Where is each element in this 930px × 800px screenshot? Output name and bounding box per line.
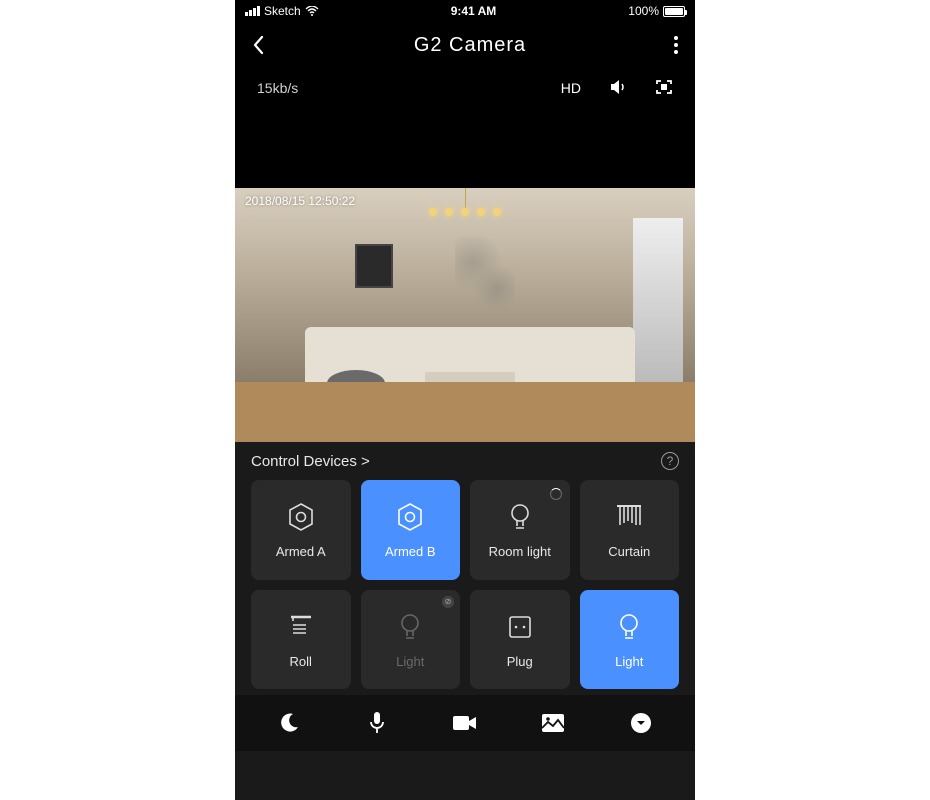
shield-hex-icon — [395, 500, 425, 534]
tile-label: Armed A — [276, 544, 326, 559]
more-menu-button[interactable] — [673, 34, 679, 56]
status-bar: Sketch 9:41 AM 100% — [235, 0, 695, 22]
carrier-label: Sketch — [264, 4, 301, 18]
more-button[interactable] — [619, 701, 663, 745]
tile-label: Roll — [290, 654, 312, 669]
status-left: Sketch — [245, 4, 319, 18]
clock-label: 9:41 AM — [451, 4, 497, 18]
tile-label: Light — [615, 654, 643, 669]
tile-label: Light — [396, 654, 424, 669]
device-tile-grid: Armed A Armed B Room light Curtain — [251, 480, 679, 689]
back-button[interactable] — [251, 34, 267, 56]
fullscreen-button[interactable] — [655, 79, 673, 98]
signal-icon — [245, 6, 260, 16]
tile-label: Armed B — [385, 544, 436, 559]
battery-icon — [663, 6, 685, 17]
video-camera-icon — [451, 713, 479, 733]
bulb-icon — [616, 610, 642, 644]
help-button[interactable]: ? — [661, 452, 679, 470]
feed-timestamp: 2018/08/15 12:50:22 — [245, 194, 355, 208]
tile-light-disabled[interactable]: ⊘ Light — [361, 590, 461, 690]
night-mode-button[interactable] — [267, 701, 311, 745]
tile-room-light[interactable]: Room light — [470, 480, 570, 580]
curtain-icon — [614, 500, 644, 534]
tile-label: Room light — [489, 544, 551, 559]
bottom-toolbar — [235, 695, 695, 751]
tile-armed-a[interactable]: Armed A — [251, 480, 351, 580]
talk-button[interactable] — [355, 701, 399, 745]
quality-button[interactable]: HD — [561, 80, 581, 96]
status-right: 100% — [628, 4, 685, 18]
wifi-icon — [305, 6, 319, 16]
tile-label: Curtain — [608, 544, 650, 559]
speaker-icon — [609, 79, 627, 95]
disabled-badge-icon: ⊘ — [442, 596, 454, 608]
microphone-icon — [367, 710, 387, 736]
control-panel: Control Devices > ? Armed A Armed B — [235, 442, 695, 800]
roller-blind-icon — [286, 610, 316, 644]
bulb-icon — [507, 500, 533, 534]
volume-button[interactable] — [609, 79, 627, 98]
picture-icon — [540, 712, 566, 734]
video-letterbox — [235, 108, 695, 188]
tile-roll[interactable]: Roll — [251, 590, 351, 690]
tile-armed-b[interactable]: Armed B — [361, 480, 461, 580]
circle-chevron-down-icon — [629, 711, 653, 735]
loading-icon — [550, 488, 562, 500]
bitrate-label: 15kb/s — [257, 80, 298, 96]
tile-label: Plug — [507, 654, 533, 669]
tile-light-active[interactable]: Light — [580, 590, 680, 690]
record-button[interactable] — [443, 701, 487, 745]
bulb-icon — [397, 610, 423, 644]
battery-label: 100% — [628, 4, 659, 18]
tile-plug[interactable]: Plug — [470, 590, 570, 690]
nav-bar: G2 Camera — [235, 22, 695, 68]
plug-icon — [506, 610, 534, 644]
shield-hex-icon — [286, 500, 316, 534]
section-header[interactable]: Control Devices > ? — [251, 452, 679, 470]
tile-curtain[interactable]: Curtain — [580, 480, 680, 580]
page-title: G2 Camera — [414, 34, 526, 57]
phone-frame: Sketch 9:41 AM 100% G2 Camera 15kb/s HD — [235, 0, 695, 800]
section-title: Control Devices > — [251, 453, 370, 470]
fullscreen-icon — [655, 79, 673, 95]
video-info-bar: 15kb/s HD — [235, 68, 695, 108]
camera-feed[interactable]: 2018/08/15 12:50:22 — [235, 188, 695, 442]
moon-icon — [277, 711, 301, 735]
snapshot-button[interactable] — [531, 701, 575, 745]
